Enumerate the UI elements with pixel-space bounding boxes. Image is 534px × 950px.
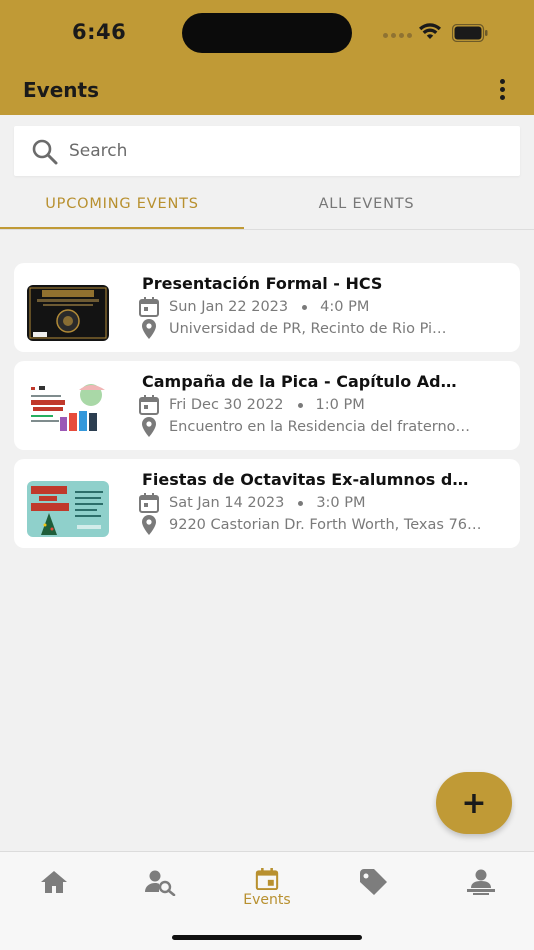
calendar-icon (255, 868, 279, 890)
calendar-icon (139, 297, 159, 317)
event-time: 1:0 PM (315, 397, 365, 413)
tab-upcoming-events[interactable]: UPCOMING EVENTS (0, 178, 244, 230)
search-bar (14, 126, 520, 176)
event-time: 4:0 PM (320, 299, 370, 315)
home-icon (41, 871, 67, 893)
location-pin-icon (142, 319, 156, 339)
event-date: Sat Jan 14 2023 (169, 495, 285, 511)
search-input[interactable] (69, 136, 499, 166)
event-thumbnail (27, 481, 109, 537)
add-event-button[interactable]: + (436, 772, 512, 834)
status-time: 6:46 (72, 20, 127, 44)
person-desk-icon (467, 869, 495, 895)
event-card[interactable]: Campaña de la Pica - Capítulo Ad… Fri De… (14, 361, 520, 450)
nav-home[interactable] (24, 868, 84, 908)
calendar-icon (139, 395, 159, 415)
tab-all-events[interactable]: ALL EVENTS (244, 178, 489, 230)
nav-profile[interactable] (451, 868, 511, 908)
event-location-row: Universidad de PR, Recinto de Rio Pi… (138, 318, 498, 340)
event-title: Presentación Formal - HCS (142, 274, 383, 293)
event-location: 9220 Castorian Dr. Forth Worth, Texas 76… (169, 517, 482, 533)
event-thumbnail (27, 285, 109, 341)
event-location-row: 9220 Castorian Dr. Forth Worth, Texas 76… (138, 514, 498, 536)
event-date: Fri Dec 30 2022 (169, 397, 284, 413)
calendar-icon (139, 493, 159, 513)
more-vert-icon[interactable] (497, 79, 507, 103)
person-search-icon (145, 870, 176, 896)
app-bar: 6:46 Events (0, 0, 534, 115)
cellular-signal-icon (383, 33, 412, 38)
event-location-row: Encuentro en la Residencia del fraterno… (138, 416, 498, 438)
divider (0, 229, 534, 230)
dynamic-island (182, 13, 352, 53)
event-thumbnail (27, 383, 109, 439)
event-time: 3:0 PM (316, 495, 366, 511)
tag-icon (360, 869, 387, 895)
nav-events[interactable]: Events (237, 868, 297, 908)
event-date: Sun Jan 22 2023 (169, 299, 289, 315)
event-title: Fiestas de Octavitas Ex-alumnos d… (142, 470, 469, 489)
location-pin-icon (142, 515, 156, 535)
event-title: Campaña de la Pica - Capítulo Ad… (142, 372, 457, 391)
event-date-row: Sat Jan 14 2023 3:0 PM (138, 492, 366, 514)
nav-label-events: Events (243, 892, 291, 908)
wifi-icon (419, 23, 441, 39)
nav-people-search[interactable] (130, 868, 190, 908)
event-tabs: UPCOMING EVENTS ALL EVENTS (0, 178, 534, 230)
event-date-row: Fri Dec 30 2022 1:0 PM (138, 394, 365, 416)
event-card[interactable]: Presentación Formal - HCS Sun Jan 22 202… (14, 263, 520, 352)
location-pin-icon (142, 417, 156, 437)
home-indicator (172, 935, 362, 940)
search-icon (32, 139, 58, 165)
page-title: Events (23, 78, 99, 102)
event-date-row: Sun Jan 22 2023 4:0 PM (138, 296, 369, 318)
event-location: Universidad de PR, Recinto de Rio Pi… (169, 321, 447, 337)
event-card[interactable]: Fiestas de Octavitas Ex-alumnos d… Sat J… (14, 459, 520, 548)
event-location: Encuentro en la Residencia del fraterno… (169, 419, 471, 435)
nav-tags[interactable] (344, 868, 404, 908)
battery-icon (452, 24, 488, 42)
